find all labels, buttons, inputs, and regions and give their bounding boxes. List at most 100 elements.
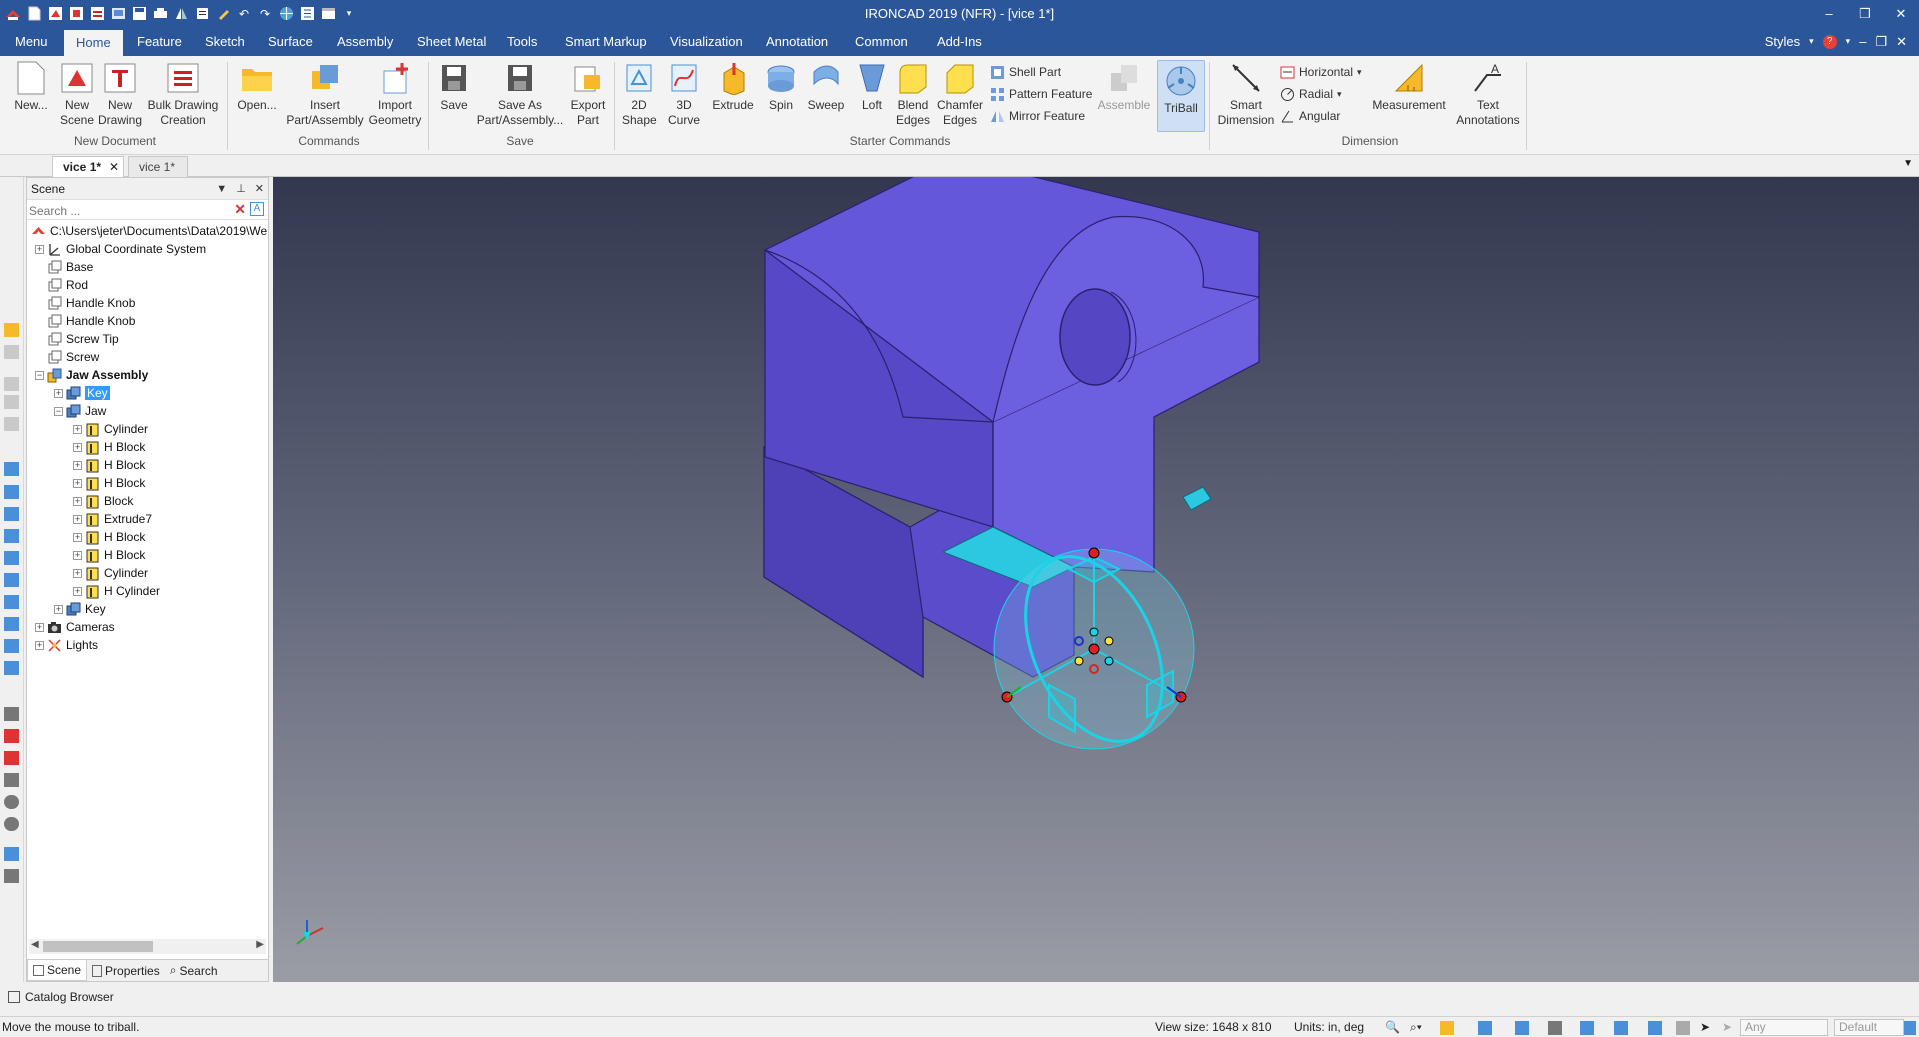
tree-node-jaw-assembly[interactable]: − Jaw Assembly xyxy=(35,366,148,384)
selection-type-select[interactable]: Any xyxy=(1740,1019,1828,1036)
tree-node-base[interactable]: Base xyxy=(47,258,93,276)
selection-filter-icon[interactable] xyxy=(1548,1021,1562,1035)
tab-menu[interactable]: Menu xyxy=(3,27,60,56)
insert-part-assembly-button[interactable]: Insert Part/Assembly xyxy=(284,60,366,128)
tree-node-key[interactable]: + Key xyxy=(54,600,106,618)
orientation-icon[interactable] xyxy=(1580,1021,1594,1035)
disabled-tool-icon[interactable] xyxy=(4,377,19,391)
tab-annotation[interactable]: Annotation xyxy=(754,27,840,56)
tab-assembly[interactable]: Assembly xyxy=(325,27,405,56)
view-tool-icon[interactable] xyxy=(4,661,19,675)
tab-add-ins[interactable]: Add-Ins xyxy=(925,27,994,56)
new-scene-button[interactable]: New Scene xyxy=(54,60,100,128)
tree-node-key-selected[interactable]: + Key xyxy=(54,384,110,402)
render-mode-icon[interactable] xyxy=(1478,1021,1492,1035)
expand-icon[interactable]: + xyxy=(73,586,82,596)
shell-part-button[interactable]: Shell Part xyxy=(990,62,1061,82)
3d-curve-button[interactable]: 3D Curve xyxy=(665,60,703,128)
expand-icon[interactable]: + xyxy=(73,568,82,578)
assemble-button[interactable]: Assemble xyxy=(1096,60,1152,113)
tree-node-rod[interactable]: Rod xyxy=(47,276,88,294)
style-select[interactable]: Default xyxy=(1834,1019,1904,1036)
help-icon[interactable]: ? xyxy=(1822,34,1837,49)
tree-node-h-block[interactable]: + H Block xyxy=(73,438,145,456)
scene-search-input[interactable] xyxy=(29,202,229,219)
tree-node-cameras[interactable]: + Cameras xyxy=(35,618,115,636)
chevron-down-icon[interactable]: ▾ xyxy=(1809,36,1814,47)
tree-node-block[interactable]: + Block xyxy=(73,492,133,510)
tree-node-global-coordinate-system[interactable]: + Global Coordinate System xyxy=(35,240,206,258)
open-button[interactable]: Open... xyxy=(234,60,280,113)
chamfer-edges-button[interactable]: Chamfer Edges xyxy=(936,60,984,128)
sweep-button[interactable]: Sweep xyxy=(807,60,845,113)
disabled-tool-icon[interactable] xyxy=(4,395,19,409)
snap-icon[interactable] xyxy=(1676,1021,1690,1035)
triball-button[interactable]: TriBall xyxy=(1157,60,1205,132)
circle-tool-icon[interactable] xyxy=(4,795,19,809)
expand-icon[interactable]: + xyxy=(73,424,82,434)
view-tool-icon[interactable] xyxy=(4,529,19,543)
expand-icon[interactable]: + xyxy=(54,388,63,398)
drawing-tool-icon[interactable] xyxy=(4,751,19,765)
tab-properties[interactable]: Properties xyxy=(87,960,165,981)
scroll-left-icon[interactable]: ◀ xyxy=(31,939,39,950)
line-tool-icon[interactable] xyxy=(4,707,19,721)
pattern-feature-button[interactable]: Pattern Feature xyxy=(990,84,1092,104)
disabled-tool-icon[interactable] xyxy=(4,417,19,431)
clear-search-icon[interactable]: ✕ xyxy=(234,201,246,218)
tree-node-h-block[interactable]: + H Block xyxy=(73,456,145,474)
vice-jaw-model[interactable] xyxy=(273,177,1919,982)
mirror-feature-button[interactable]: Mirror Feature xyxy=(990,106,1085,126)
tree-node-h-block[interactable]: + H Block xyxy=(73,528,145,546)
text-annotations-button[interactable]: A Text Annotations xyxy=(1451,60,1525,128)
view-tool-icon[interactable] xyxy=(4,485,19,499)
disabled-tool-icon[interactable] xyxy=(4,345,19,359)
tab-smart-markup[interactable]: Smart Markup xyxy=(553,27,659,56)
tab-sketch[interactable]: Sketch xyxy=(193,27,257,56)
view-tool-icon[interactable] xyxy=(4,639,19,653)
3d-viewport[interactable] xyxy=(273,177,1919,982)
extrude-button[interactable]: Extrude xyxy=(711,60,755,113)
close-doc-icon[interactable]: ✕ xyxy=(1896,34,1907,50)
drawing-tool-icon[interactable] xyxy=(4,729,19,743)
expand-icon[interactable]: + xyxy=(73,478,82,488)
chevron-down-icon[interactable]: ▼ xyxy=(216,178,227,200)
smart-dimension-button[interactable]: Smart Dimension xyxy=(1216,60,1276,128)
loft-button[interactable]: Loft xyxy=(856,60,888,113)
tab-scene[interactable]: Scene xyxy=(27,960,88,981)
expand-icon[interactable]: + xyxy=(73,442,82,452)
new-drawing-button[interactable]: New Drawing xyxy=(96,60,144,128)
horizontal-dimension-button[interactable]: Horizontal ▾ xyxy=(1280,62,1362,82)
export-part-button[interactable]: Export Part xyxy=(566,60,610,128)
collapse-icon[interactable]: − xyxy=(54,406,63,416)
catalog-icon[interactable] xyxy=(8,991,20,1003)
save-as-button[interactable]: Save As Part/Assembly... xyxy=(474,60,566,128)
view-tool-icon[interactable] xyxy=(4,462,19,476)
tab-common[interactable]: Common xyxy=(843,27,920,56)
view-icon[interactable] xyxy=(1648,1021,1662,1035)
scroll-right-icon[interactable]: ▶ xyxy=(256,939,264,950)
tree-node-h-cylinder[interactable]: + H Cylinder xyxy=(73,582,160,600)
view-tool-icon[interactable] xyxy=(4,595,19,609)
tree-node-h-block[interactable]: + H Block xyxy=(73,546,145,564)
expand-icon[interactable]: + xyxy=(54,604,63,614)
tabs-dropdown-icon[interactable]: ▼ xyxy=(1903,158,1913,169)
display-mode-icon[interactable] xyxy=(1515,1021,1529,1035)
measurement-button[interactable]: Measurement xyxy=(1372,60,1446,113)
collapse-icon[interactable]: − xyxy=(35,370,44,380)
tree-node-h-block[interactable]: + H Block xyxy=(73,474,145,492)
blend-edges-button[interactable]: Blend Edges xyxy=(893,60,933,128)
ruler-tool-icon[interactable] xyxy=(4,869,19,883)
sketch-tool-icon[interactable] xyxy=(4,323,19,337)
view-tool-icon[interactable] xyxy=(4,551,19,565)
view-tool-icon[interactable] xyxy=(4,507,19,521)
view-style-icon[interactable] xyxy=(1440,1021,1454,1035)
spin-button[interactable]: Spin xyxy=(764,60,798,113)
camera-icon[interactable] xyxy=(1614,1021,1628,1035)
tree-node-cylinder[interactable]: + Cylinder xyxy=(73,564,148,582)
horizontal-scrollbar[interactable]: ◀ ▶ xyxy=(29,939,266,954)
pin-icon[interactable]: ⊥ xyxy=(236,178,246,200)
tree-root-path[interactable]: C:\Users\jeter\Documents\Data\2019\We xyxy=(31,222,267,240)
tree-node-screw[interactable]: Screw xyxy=(47,348,99,366)
tab-visualization[interactable]: Visualization xyxy=(658,27,755,56)
